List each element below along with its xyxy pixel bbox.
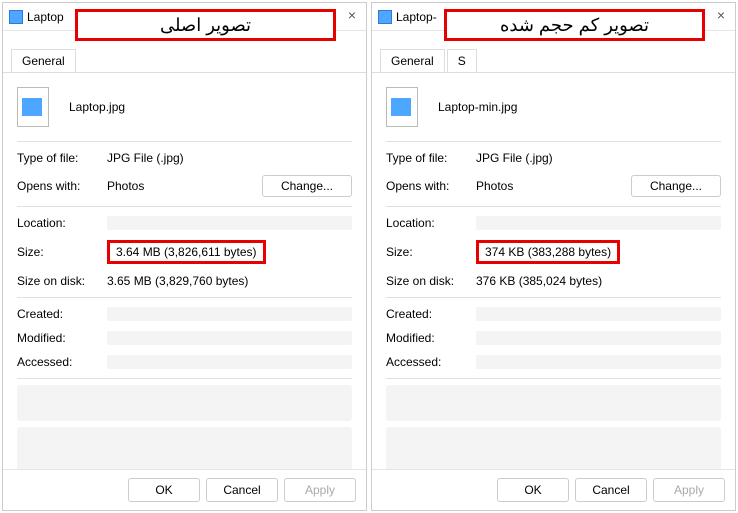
row-size: Size: 374 KB (383,288 bytes) bbox=[386, 235, 721, 269]
size-highlight: 374 KB (383,288 bytes) bbox=[476, 240, 620, 264]
type-label: Type of file: bbox=[17, 151, 107, 165]
accessed-value-redacted bbox=[476, 355, 721, 369]
separator bbox=[386, 378, 721, 379]
annotation-label: تصویر کم حجم شده bbox=[444, 9, 705, 41]
type-value: JPG File (.jpg) bbox=[476, 151, 721, 165]
opens-label: Opens with: bbox=[17, 179, 107, 193]
cancel-button[interactable]: Cancel bbox=[575, 478, 647, 502]
modified-label: Modified: bbox=[386, 331, 476, 345]
button-bar: OK Cancel Apply bbox=[3, 469, 366, 510]
tab-s-partial[interactable]: S bbox=[447, 49, 477, 72]
extra-redacted bbox=[17, 427, 352, 469]
created-label: Created: bbox=[17, 307, 107, 321]
properties-dialog-left: Laptop × تصویر اصلی General Type of file… bbox=[2, 2, 367, 511]
disk-label: Size on disk: bbox=[17, 274, 107, 288]
row-location: Location: bbox=[17, 211, 352, 235]
row-opens-with: Opens with: Photos Change... bbox=[17, 170, 352, 202]
separator bbox=[17, 141, 352, 142]
row-modified: Modified: bbox=[386, 326, 721, 350]
size-label: Size: bbox=[386, 245, 476, 259]
ok-button[interactable]: OK bbox=[128, 478, 200, 502]
window-title: Laptop- bbox=[396, 10, 437, 24]
app-icon bbox=[9, 10, 23, 24]
file-header bbox=[17, 83, 352, 137]
location-value-redacted bbox=[476, 216, 721, 230]
row-location: Location: bbox=[386, 211, 721, 235]
change-button[interactable]: Change... bbox=[262, 175, 352, 197]
size-value: 374 KB (383,288 bytes) bbox=[476, 240, 721, 264]
row-size-on-disk: Size on disk: 3.65 MB (3,829,760 bytes) bbox=[17, 269, 352, 293]
separator bbox=[17, 297, 352, 298]
row-accessed: Accessed: bbox=[17, 350, 352, 374]
file-icon bbox=[17, 87, 49, 127]
attributes-redacted bbox=[17, 385, 352, 421]
apply-button[interactable]: Apply bbox=[284, 478, 356, 502]
size-label: Size: bbox=[17, 245, 107, 259]
opens-label: Opens with: bbox=[386, 179, 476, 193]
row-type: Type of file: JPG File (.jpg) bbox=[386, 146, 721, 170]
row-created: Created: bbox=[386, 302, 721, 326]
filename-input[interactable] bbox=[434, 97, 721, 118]
tab-general[interactable]: General bbox=[11, 49, 76, 72]
separator bbox=[386, 141, 721, 142]
close-button[interactable]: × bbox=[344, 7, 360, 23]
accessed-value-redacted bbox=[107, 355, 352, 369]
file-icon bbox=[386, 87, 418, 127]
row-size-on-disk: Size on disk: 376 KB (385,024 bytes) bbox=[386, 269, 721, 293]
size-value: 3.64 MB (3,826,611 bytes) bbox=[107, 240, 352, 264]
extra-redacted bbox=[386, 427, 721, 469]
row-size: Size: 3.64 MB (3,826,611 bytes) bbox=[17, 235, 352, 269]
type-label: Type of file: bbox=[386, 151, 476, 165]
opens-value: Photos bbox=[476, 179, 631, 193]
location-label: Location: bbox=[386, 216, 476, 230]
dialog-content: Type of file: JPG File (.jpg) Opens with… bbox=[3, 73, 366, 469]
properties-dialog-right: Laptop- × تصویر کم حجم شده General S Typ… bbox=[371, 2, 736, 511]
button-bar: OK Cancel Apply bbox=[372, 469, 735, 510]
created-value-redacted bbox=[476, 307, 721, 321]
file-header bbox=[386, 83, 721, 137]
separator bbox=[17, 206, 352, 207]
window-title: Laptop bbox=[27, 10, 64, 24]
accessed-label: Accessed: bbox=[386, 355, 476, 369]
disk-label: Size on disk: bbox=[386, 274, 476, 288]
location-value-redacted bbox=[107, 216, 352, 230]
close-button[interactable]: × bbox=[713, 7, 729, 23]
dialog-content: Type of file: JPG File (.jpg) Opens with… bbox=[372, 73, 735, 469]
apply-button[interactable]: Apply bbox=[653, 478, 725, 502]
created-label: Created: bbox=[386, 307, 476, 321]
size-highlight: 3.64 MB (3,826,611 bytes) bbox=[107, 240, 266, 264]
row-type: Type of file: JPG File (.jpg) bbox=[17, 146, 352, 170]
ok-button[interactable]: OK bbox=[497, 478, 569, 502]
tab-general[interactable]: General bbox=[380, 49, 445, 72]
created-value-redacted bbox=[107, 307, 352, 321]
location-label: Location: bbox=[17, 216, 107, 230]
modified-label: Modified: bbox=[17, 331, 107, 345]
change-button[interactable]: Change... bbox=[631, 175, 721, 197]
separator bbox=[386, 297, 721, 298]
separator bbox=[386, 206, 721, 207]
row-accessed: Accessed: bbox=[386, 350, 721, 374]
filename-input[interactable] bbox=[65, 97, 352, 118]
app-icon bbox=[378, 10, 392, 24]
cancel-button[interactable]: Cancel bbox=[206, 478, 278, 502]
tab-strip: General S bbox=[372, 43, 735, 73]
row-opens-with: Opens with: Photos Change... bbox=[386, 170, 721, 202]
modified-value-redacted bbox=[107, 331, 352, 345]
tab-strip: General bbox=[3, 43, 366, 73]
row-created: Created: bbox=[17, 302, 352, 326]
opens-value: Photos bbox=[107, 179, 262, 193]
annotation-label: تصویر اصلی bbox=[75, 9, 336, 41]
attributes-redacted bbox=[386, 385, 721, 421]
accessed-label: Accessed: bbox=[17, 355, 107, 369]
row-modified: Modified: bbox=[17, 326, 352, 350]
disk-value: 3.65 MB (3,829,760 bytes) bbox=[107, 274, 352, 288]
modified-value-redacted bbox=[476, 331, 721, 345]
type-value: JPG File (.jpg) bbox=[107, 151, 352, 165]
separator bbox=[17, 378, 352, 379]
disk-value: 376 KB (385,024 bytes) bbox=[476, 274, 721, 288]
